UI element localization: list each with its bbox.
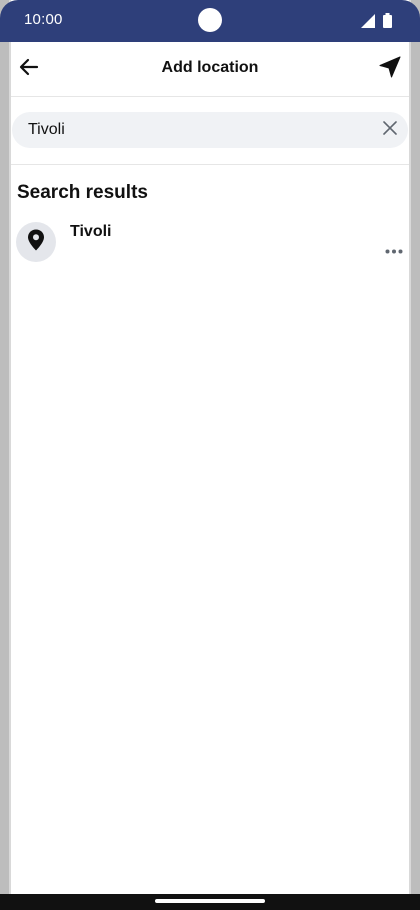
clear-search-button[interactable]	[372, 112, 408, 148]
close-icon	[383, 120, 397, 140]
search-results-heading: Search results	[17, 182, 148, 203]
app-header: Add location	[9, 42, 411, 97]
camera-cutout	[198, 8, 222, 32]
page-title: Add location	[161, 59, 259, 76]
signal-icon	[361, 13, 375, 33]
more-options-button[interactable]	[381, 240, 407, 260]
home-indicator[interactable]	[155, 899, 265, 903]
phone-screen: 10:00 Add location Tivoli Search results…	[0, 0, 420, 910]
status-icons	[361, 13, 392, 33]
current-location-button[interactable]	[375, 54, 405, 84]
search-box	[12, 112, 408, 148]
location-pin-icon	[27, 229, 45, 256]
list-item[interactable]: Tivoli	[9, 220, 411, 268]
more-horizontal-icon	[385, 241, 403, 259]
status-bar: 10:00	[0, 0, 420, 42]
search-input[interactable]	[12, 120, 372, 140]
navigation-arrow-icon	[379, 56, 401, 83]
system-nav-bar	[0, 894, 420, 910]
battery-icon	[383, 13, 392, 33]
result-name: Tivoli	[70, 223, 112, 240]
device-frame-right	[409, 0, 420, 910]
search-section	[9, 96, 411, 165]
result-avatar	[16, 222, 56, 262]
device-frame-left	[0, 0, 11, 910]
status-time: 10:00	[24, 11, 63, 28]
